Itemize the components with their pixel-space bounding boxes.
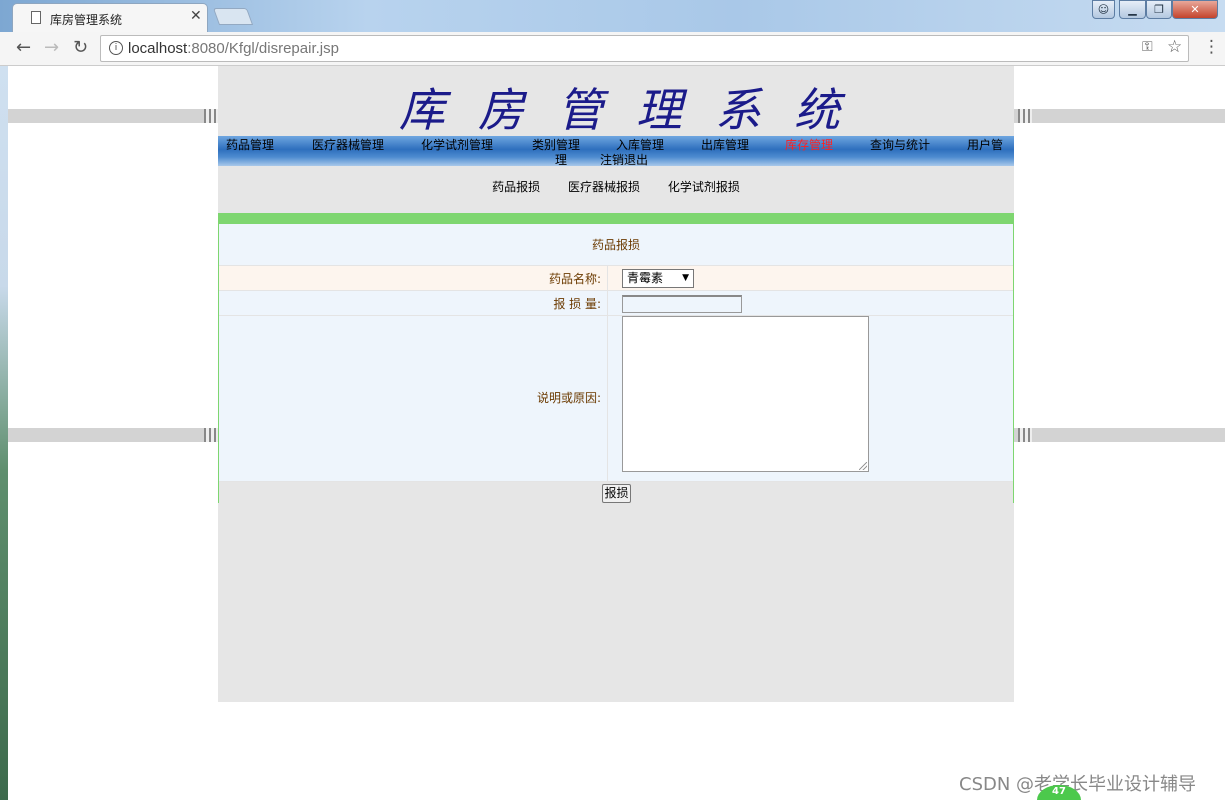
frame-divider bbox=[1014, 428, 1225, 442]
form-row-reason: 说明或原因: bbox=[219, 315, 1013, 481]
resize-handle-icon[interactable] bbox=[859, 462, 867, 470]
nav-drug-management[interactable]: 药品管理 bbox=[226, 136, 274, 153]
nav-reagent-management[interactable]: 化学试剂管理 bbox=[421, 136, 493, 153]
form-row-name: 药品名称: 青霉素 ▼ bbox=[219, 265, 1013, 290]
info-icon[interactable]: i bbox=[109, 41, 123, 55]
subnav-drug-loss[interactable]: 药品报损 bbox=[492, 178, 540, 195]
browser-tab[interactable]: 库房管理系统 ✕ bbox=[12, 3, 208, 32]
drug-name-label: 药品名称: bbox=[548, 272, 601, 286]
form-row-quantity: 报 损 量: bbox=[219, 290, 1013, 315]
drug-name-select[interactable]: 青霉素 ▼ bbox=[622, 269, 694, 288]
form-row-submit: 报损 bbox=[219, 481, 1013, 503]
page-container: 库房管理系统 药品管理 医疗器械管理 化学试剂管理 类别管理 入库管理 出库管理… bbox=[218, 66, 1014, 702]
quantity-input[interactable] bbox=[622, 295, 742, 313]
nav-query-statistics[interactable]: 查询与统计 bbox=[870, 136, 930, 153]
subnav-reagent-loss[interactable]: 化学试剂报损 bbox=[668, 178, 740, 195]
url-path: :8080/Kfgl/disrepair.jsp bbox=[187, 40, 339, 57]
browser-tab-strip: 库房管理系统 ✕ ☺ ▁ ❐ ✕ bbox=[0, 0, 1225, 32]
reason-textarea[interactable] bbox=[622, 316, 869, 472]
close-window-button[interactable]: ✕ bbox=[1172, 0, 1218, 19]
minimize-button[interactable]: ▁ bbox=[1119, 0, 1146, 19]
form-title: 药品报损 bbox=[591, 238, 640, 252]
tab-close-icon[interactable]: ✕ bbox=[190, 8, 202, 24]
main-nav: 药品管理 医疗器械管理 化学试剂管理 类别管理 入库管理 出库管理 库存管理 查… bbox=[218, 136, 1014, 168]
frame-grip[interactable] bbox=[1018, 109, 1032, 123]
nav-logout[interactable]: 注销退出 bbox=[600, 151, 648, 168]
nav-user-management-wrap[interactable]: 理 bbox=[555, 151, 567, 168]
dropdown-arrow-icon: ▼ bbox=[682, 273, 689, 283]
desktop-edge bbox=[0, 66, 8, 800]
frame-divider bbox=[1014, 109, 1225, 123]
frame-divider bbox=[8, 109, 218, 123]
nav-user-management[interactable]: 用户管 bbox=[967, 136, 1003, 153]
maximize-button[interactable]: ❐ bbox=[1146, 0, 1172, 19]
column-divider bbox=[607, 316, 608, 481]
subnav-device-loss[interactable]: 医疗器械报损 bbox=[568, 178, 640, 195]
frame-grip[interactable] bbox=[204, 428, 218, 442]
url-host: localhost bbox=[128, 40, 188, 57]
nav-outbound-management[interactable]: 出库管理 bbox=[701, 136, 749, 153]
url-text[interactable]: localhost:8080/Kfgl/disrepair.jsp bbox=[128, 40, 339, 57]
page-icon bbox=[31, 11, 41, 24]
new-tab-button[interactable] bbox=[212, 8, 254, 25]
banner: 库房管理系统 bbox=[218, 66, 1014, 137]
address-bar[interactable]: i localhost:8080/Kfgl/disrepair.jsp ⚿ ☆ bbox=[100, 35, 1189, 62]
nav-device-management[interactable]: 医疗器械管理 bbox=[312, 136, 384, 153]
nav-inventory-management[interactable]: 库存管理 bbox=[785, 136, 833, 153]
tab-title: 库房管理系统 bbox=[50, 13, 123, 27]
drug-name-value: 青霉素 bbox=[627, 271, 664, 285]
user-icon[interactable]: ☺ bbox=[1092, 0, 1115, 19]
browser-toolbar: ← → ↻ i localhost:8080/Kfgl/disrepair.js… bbox=[0, 32, 1225, 66]
column-divider bbox=[607, 266, 608, 290]
column-divider bbox=[607, 291, 608, 315]
reason-label: 说明或原因: bbox=[536, 391, 601, 405]
frame-grip[interactable] bbox=[1018, 428, 1032, 442]
forward-arrow-icon[interactable]: → bbox=[44, 37, 59, 58]
browser-menu-icon[interactable]: ⋮ bbox=[1203, 37, 1220, 57]
frame-divider bbox=[8, 428, 218, 442]
banner-title: 库房管理系统 bbox=[399, 83, 873, 137]
frame-grip[interactable] bbox=[204, 109, 218, 123]
loss-report-form: 药品报损 药品名称: 青霉素 ▼ 报 损 量: 说明或原因: 报损 bbox=[218, 213, 1014, 503]
quantity-label: 报 损 量: bbox=[553, 297, 601, 311]
back-arrow-icon[interactable]: ← bbox=[16, 37, 31, 58]
bookmark-star-icon[interactable]: ☆ bbox=[1167, 37, 1182, 57]
reload-icon[interactable]: ↻ bbox=[73, 37, 88, 58]
sub-nav: 药品报损 医疗器械报损 化学试剂报损 bbox=[218, 178, 1014, 195]
key-icon[interactable]: ⚿ bbox=[1142, 39, 1153, 55]
submit-loss-button[interactable]: 报损 bbox=[602, 484, 631, 503]
